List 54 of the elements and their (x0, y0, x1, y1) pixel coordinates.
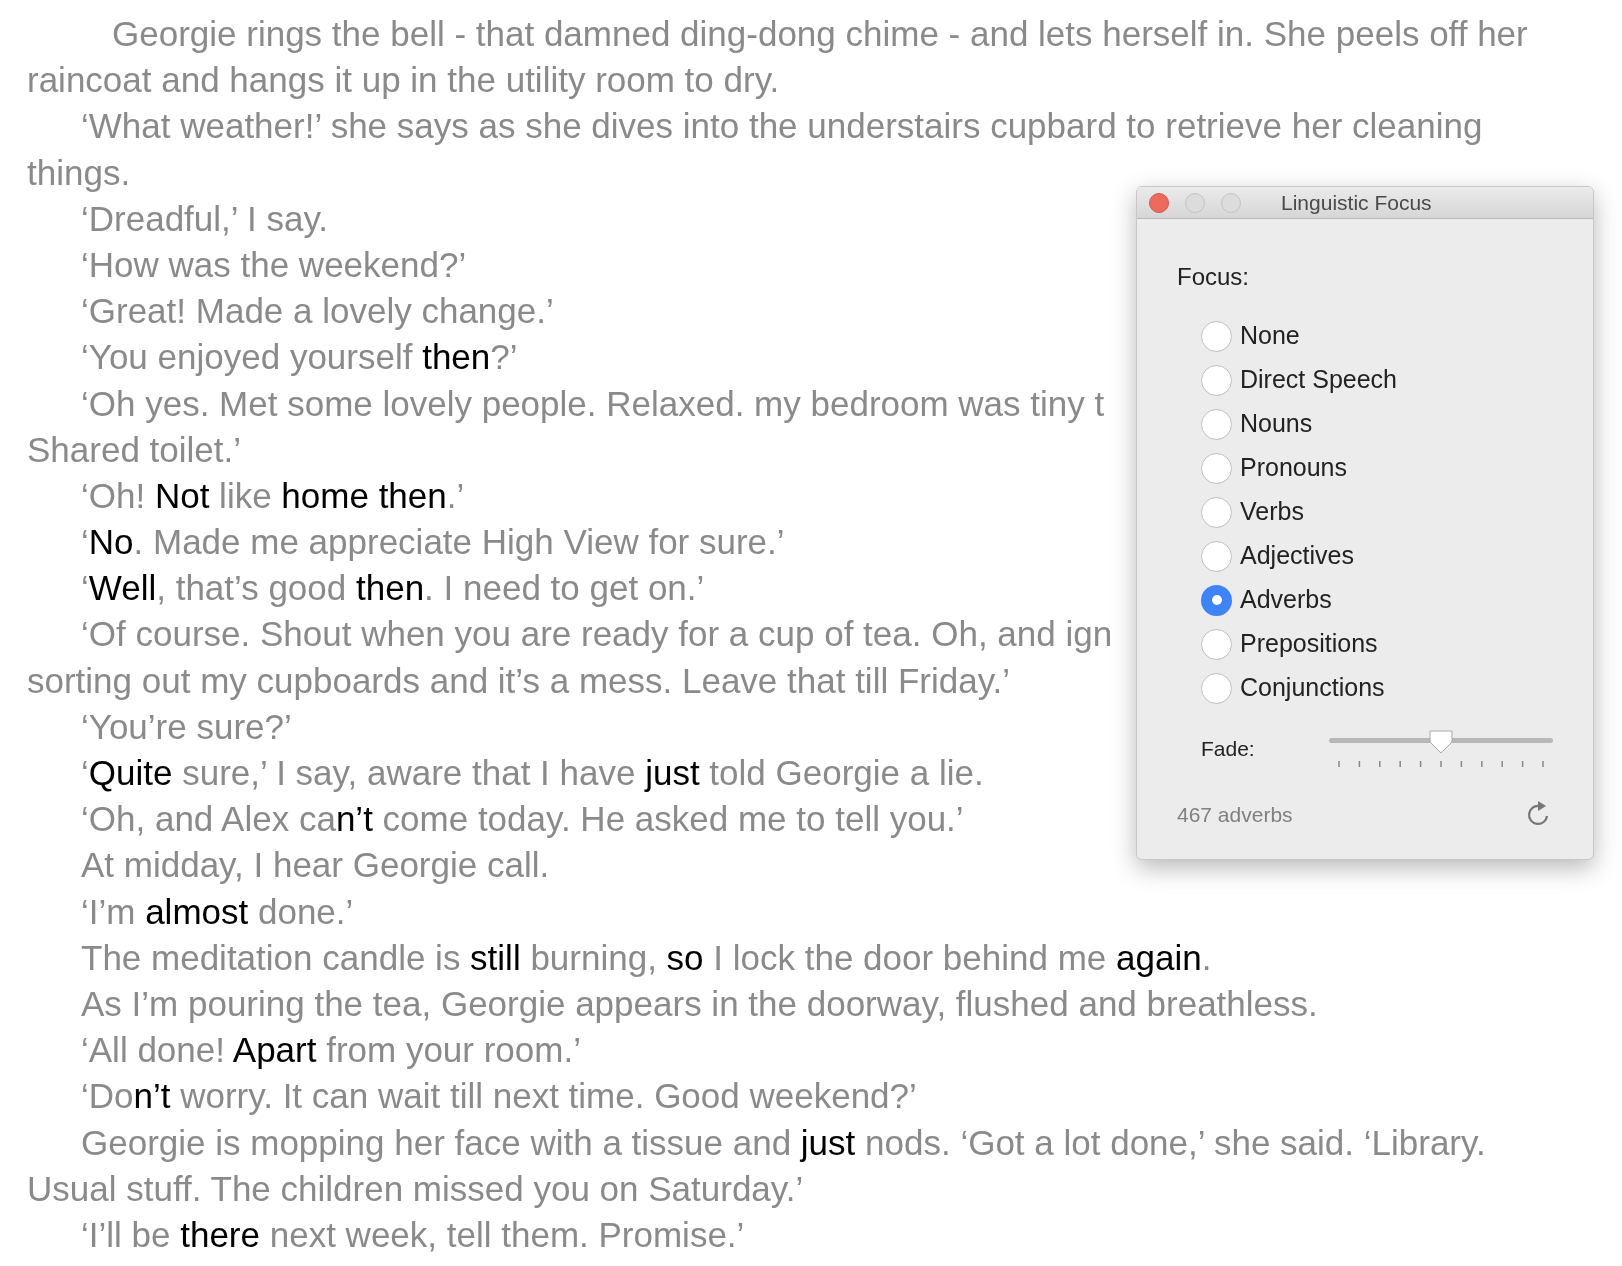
text-line: ‘All done! Apart from your room.’ (80, 1029, 581, 1072)
text-line: ‘I’m almost done.’ (80, 890, 354, 933)
text-line: things. (26, 151, 131, 194)
slider-thumb[interactable] (1428, 729, 1454, 755)
option-label[interactable]: Nouns (1240, 405, 1313, 443)
text-line: Georgie rings the bell - that damned ding-dong chime - and lets herself in. She peels off her (111, 13, 1528, 55)
text-line: sorting out my cupboards and it’s a mess. Leave that till Friday.’ (26, 659, 1011, 702)
option-label[interactable]: Pronouns (1240, 449, 1348, 487)
text-line: ‘Of course. Shout when you are ready for a cup of tea. Oh, and ign (80, 613, 1113, 656)
radio-button[interactable] (1201, 540, 1232, 572)
text-line: ‘How was the weekend?’ (80, 243, 467, 286)
radio-button[interactable] (1201, 408, 1232, 440)
word-count: 467 adverbs (1177, 802, 1293, 828)
radio-button[interactable] (1201, 452, 1232, 484)
text-line: Shared toilet.’ (26, 428, 242, 471)
option-label[interactable]: None (1240, 317, 1300, 355)
option-label[interactable]: Conjunctions (1240, 669, 1385, 707)
text-line: ‘Great! Made a lovely change.’ (80, 290, 554, 333)
text-line: ‘You enjoyed yourself then?’ (80, 336, 518, 379)
text-line: ‘Dreadful,’ I say. (80, 197, 329, 240)
fade-slider[interactable] (1329, 729, 1553, 755)
text-line: ‘Don’t worry. It can wait till next time. Good weekend?’ (80, 1075, 917, 1118)
text-line: The meditation candle is still burning, so I lock the door behind me again. (80, 936, 1212, 979)
option-label[interactable]: Direct Speech (1240, 361, 1398, 399)
focus-label: Focus: (1177, 262, 1250, 292)
fade-label: Fade: (1201, 736, 1256, 763)
text-line: ‘Quite sure,’ I say, aware that I have just told Georgie a lie. (80, 752, 984, 794)
text-line: At midday, I hear Georgie call. (80, 844, 550, 887)
radio-button[interactable] (1201, 584, 1232, 616)
zoom-button[interactable] (1221, 192, 1241, 213)
close-button[interactable] (1149, 192, 1169, 213)
text-line: ‘Well, that’s good then. I need to get on.’ (80, 567, 705, 610)
text-line: ‘No. Made me appreciate High View for sure.’ (80, 521, 785, 564)
radio-button[interactable] (1201, 628, 1232, 660)
radio-button[interactable] (1201, 364, 1232, 396)
text-line: ‘I’ll be there next week, tell them. Promise.’ (80, 1213, 745, 1256)
text-line: ‘Oh, and Alex can’t come today. He asked me to tell you.’ (80, 798, 964, 841)
radio-button[interactable] (1201, 672, 1232, 704)
minimize-button[interactable] (1185, 192, 1205, 213)
option-label[interactable]: Verbs (1240, 493, 1304, 531)
text-line: ‘Oh! Not like home then.’ (80, 474, 465, 517)
text-line: raincoat and hangs it up in the utility room to dry. (26, 59, 780, 102)
text-line: ‘Oh yes. Met some lovely people. Relaxed. my bedroom was tiny t (80, 382, 1105, 425)
option-label[interactable]: Adjectives (1240, 537, 1354, 575)
text-line: As I’m pouring the tea, Georgie appears in the doorway, flushed and breathless. (80, 982, 1318, 1025)
text-line: Usual stuff. The children missed you on Saturday.’ (26, 1167, 804, 1210)
option-label[interactable]: Adverbs (1240, 581, 1332, 619)
text-line: ‘You’re sure?’ (80, 705, 292, 748)
window-title: Linguistic Focus (1281, 189, 1432, 216)
text-line: Georgie is mopping her face with a tissue and just nods. ‘Got a lot done,’ she said. ‘Library. (80, 1121, 1486, 1164)
radio-button[interactable] (1201, 320, 1232, 352)
option-label[interactable]: Prepositions (1240, 625, 1378, 663)
text-line: ‘What weather!’ she says as she dives into the understairs cupbard to retrieve her cleaning (80, 105, 1483, 148)
radio-button[interactable] (1201, 496, 1232, 528)
